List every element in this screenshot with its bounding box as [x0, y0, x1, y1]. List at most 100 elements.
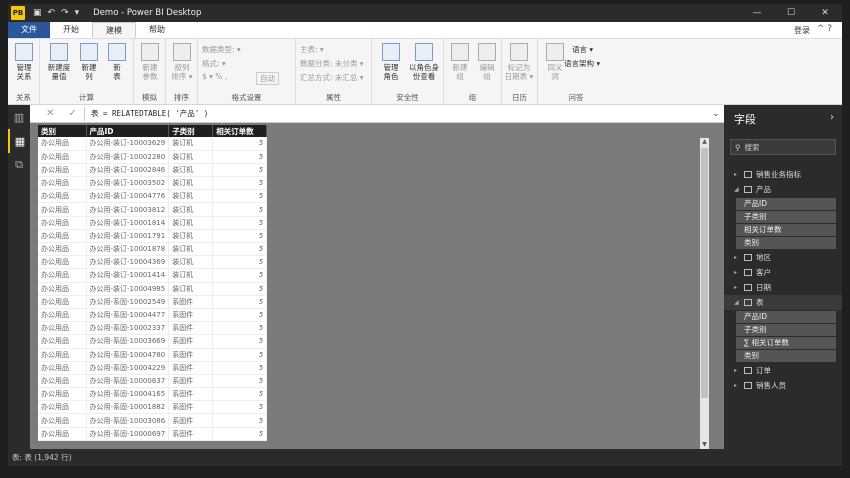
table-cell[interactable]: 办公用-装订-10003812 — [86, 202, 170, 217]
field-item[interactable]: 类别 — [736, 350, 836, 362]
table-row[interactable]: 办公用品 办公用-装订-10002280 装订机 5 — [38, 150, 268, 164]
table-row[interactable]: 办公用品 办公用-装订-10003812 装订机 5 — [38, 202, 268, 217]
table-row[interactable]: 办公用品 办公用-装订-10001791 装订机 5 — [38, 229, 268, 244]
field-item[interactable]: 类别 — [736, 237, 836, 249]
table-row[interactable]: 办公用品 办公用-系固-10001882 系固件 5 — [38, 400, 268, 415]
table-cell[interactable]: 办公用-装订-10004776 — [86, 189, 170, 204]
table-cell[interactable]: 5 — [212, 374, 268, 389]
currency-percent-controls[interactable]: $ ▾ % , — [202, 72, 227, 81]
table-cell[interactable]: 装订机 — [168, 216, 214, 230]
table-cell[interactable]: 装订机 — [168, 163, 214, 178]
table-row[interactable]: 办公用品 办公用-装订-10002846 装订机 5 — [38, 163, 268, 178]
table-cell[interactable]: 办公用品 — [38, 176, 87, 191]
scroll-down-icon[interactable]: ▼ — [700, 441, 709, 449]
table-cell[interactable]: 办公用品 — [38, 387, 87, 402]
table-cell[interactable]: 5 — [212, 400, 268, 415]
table-cell[interactable]: 办公用-系固-10004229 — [86, 361, 170, 375]
table-cell[interactable]: 办公用-系固-10000637 — [86, 374, 170, 389]
tab-modeling[interactable]: 建模 — [92, 22, 136, 38]
model-view-icon[interactable]: ⧉ — [8, 153, 30, 177]
table-cell[interactable]: 办公用品 — [38, 308, 87, 323]
table-cell[interactable]: 办公用-装订-10002846 — [86, 163, 170, 178]
vertical-scrollbar[interactable]: ▲ ▼ — [700, 138, 709, 449]
field-item[interactable]: 相关订单数 — [736, 224, 836, 236]
table-row[interactable]: 办公用品 办公用-装订-10001814 装订机 5 — [38, 216, 268, 230]
field-table-4[interactable]: ▸ 客户 — [724, 265, 842, 280]
report-view-icon[interactable]: ▥ — [8, 105, 30, 129]
table-row[interactable]: 办公用品 办公用-装订-10001414 装订机 5 — [38, 268, 268, 283]
table-cell[interactable]: 办公用-装订-10003629 — [86, 137, 170, 151]
table-cell[interactable]: 办公用-装订-10004985 — [86, 282, 170, 296]
table-cell[interactable]: 办公用品 — [38, 163, 87, 178]
edit-group-button[interactable]: 编辑 组 — [472, 43, 502, 81]
tab-file[interactable]: 文件 — [8, 22, 50, 38]
table-cell[interactable]: 办公用-系固-10004165 — [86, 387, 170, 402]
cancel-formula-icon[interactable]: ✕ — [46, 108, 54, 119]
undo-icon[interactable]: ↶ — [48, 8, 56, 18]
language-dropdown[interactable]: 语言 ▾ — [572, 44, 593, 55]
table-cell[interactable]: 5 — [212, 202, 268, 217]
expand-icon[interactable]: ▸ — [734, 254, 740, 261]
table-cell[interactable]: 5 — [212, 163, 268, 178]
table-cell[interactable]: 办公用品 — [38, 229, 87, 244]
manage-roles-button[interactable]: 管理 角色 — [376, 43, 406, 81]
table-cell[interactable]: 5 — [212, 255, 268, 270]
table-cell[interactable]: 装订机 — [168, 229, 214, 244]
table-row[interactable]: 办公用品 办公用-装订-10004369 装订机 5 — [38, 255, 268, 270]
field-table-6[interactable]: ◢ 表 — [724, 295, 842, 310]
table-cell[interactable]: 办公用-系固-10003086 — [86, 413, 170, 428]
new-parameter-button[interactable]: 新建 参数 — [135, 43, 165, 81]
column-header[interactable]: 相关订单数 — [212, 125, 268, 137]
table-cell[interactable]: 装订机 — [168, 242, 214, 257]
table-cell[interactable]: 系固件 — [168, 361, 214, 375]
new-table-button[interactable]: 新 表 — [102, 43, 132, 81]
table-row[interactable]: 办公用品 办公用-装订-10003502 装订机 5 — [38, 176, 268, 191]
formula-input[interactable]: 表 = RELATEDTABLE( '产品' ) — [84, 106, 712, 121]
table-cell[interactable]: 办公用-系固-10003669 — [86, 334, 170, 349]
table-row[interactable]: 办公用品 办公用-系固-10004229 系固件 5 — [38, 361, 268, 375]
data-type-dropdown[interactable]: 数据类型: ▾ — [202, 44, 241, 55]
view-as-roles-button[interactable]: 以角色身 份查看 — [406, 43, 442, 81]
table-cell[interactable]: 办公用-系固-10004477 — [86, 308, 170, 323]
table-cell[interactable]: 办公用-系固-10001882 — [86, 400, 170, 415]
new-column-button[interactable]: 新建 列 — [74, 43, 104, 81]
table-row[interactable]: 办公用品 办公用-系固-10003669 系固件 5 — [38, 334, 268, 349]
table-cell[interactable]: 办公用品 — [38, 150, 87, 164]
fields-search-input[interactable]: ⚲ 搜索 — [730, 139, 836, 155]
field-item[interactable]: ∑ 相关订单数 — [736, 337, 836, 349]
table-cell[interactable]: 办公用-系固-10004780 — [86, 348, 170, 362]
collapse-pane-icon[interactable]: › — [830, 112, 834, 123]
table-cell[interactable]: 办公用-装订-10003502 — [86, 176, 170, 191]
table-cell[interactable]: 办公用品 — [38, 413, 87, 428]
table-cell[interactable]: 装订机 — [168, 176, 214, 191]
collapse-icon[interactable]: ◢ — [734, 299, 740, 306]
tab-help[interactable]: 帮助 — [136, 22, 178, 38]
table-cell[interactable]: 系固件 — [168, 413, 214, 428]
table-cell[interactable]: 装订机 — [168, 137, 214, 151]
field-table-3[interactable]: ▸ 地区 — [724, 250, 842, 265]
field-item[interactable]: 产品ID — [736, 198, 836, 210]
data-view-icon[interactable]: ▦ — [8, 129, 30, 153]
redo-icon[interactable]: ↷ — [61, 8, 69, 18]
table-cell[interactable]: 办公用-装订-10001814 — [86, 216, 170, 230]
tab-home[interactable]: 开始 — [50, 22, 92, 38]
table-cell[interactable]: 办公用品 — [38, 282, 87, 296]
table-cell[interactable]: 办公用品 — [38, 427, 87, 441]
help-icon[interactable]: ^ ? — [817, 24, 832, 34]
table-cell[interactable]: 5 — [212, 413, 268, 428]
table-cell[interactable]: 5 — [212, 387, 268, 402]
table-cell[interactable]: 办公用品 — [38, 295, 87, 309]
scroll-thumb[interactable] — [701, 148, 708, 398]
table-cell[interactable]: 5 — [212, 242, 268, 257]
save-icon[interactable]: ▣ — [33, 8, 42, 18]
table-cell[interactable]: 5 — [212, 216, 268, 230]
table-cell[interactable]: 办公用-系固-10002337 — [86, 321, 170, 336]
table-cell[interactable]: 装订机 — [168, 150, 214, 164]
table-row[interactable]: 办公用品 办公用-系固-10002337 系固件 5 — [38, 321, 268, 336]
table-row[interactable]: 办公用品 办公用-系固-10004780 系固件 5 — [38, 348, 268, 362]
table-cell[interactable]: 装订机 — [168, 255, 214, 270]
login-link[interactable]: 登录 — [794, 25, 810, 36]
table-cell[interactable]: 办公用-装订-10001414 — [86, 268, 170, 283]
home-table-dropdown[interactable]: 主表: ▾ — [300, 44, 324, 55]
field-item[interactable]: 子类别 — [736, 211, 836, 223]
